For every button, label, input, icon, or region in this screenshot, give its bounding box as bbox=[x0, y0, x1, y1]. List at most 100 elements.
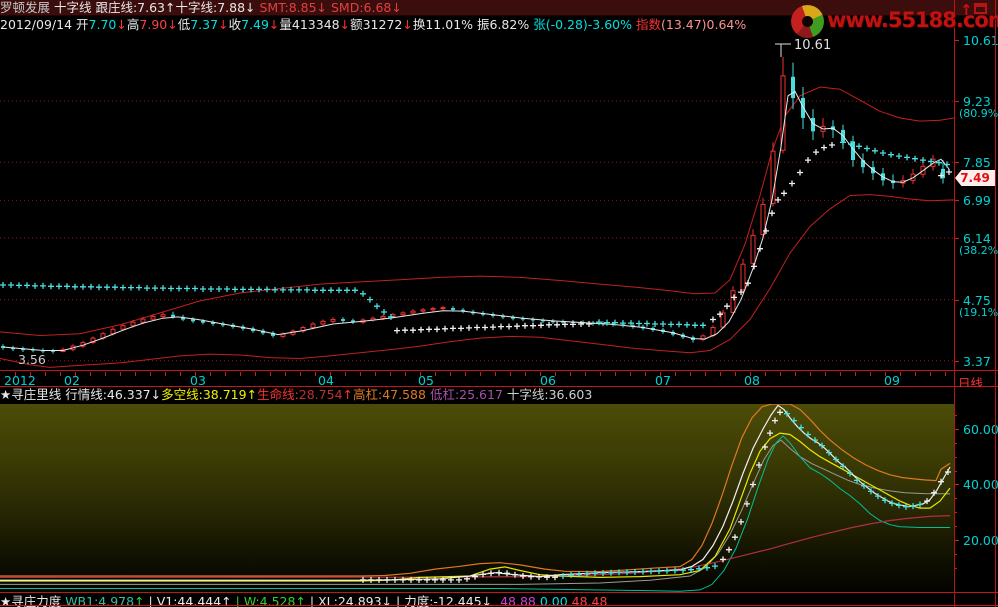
time-tick bbox=[735, 372, 736, 376]
text-segment: ↑ bbox=[343, 387, 353, 402]
time-tick bbox=[870, 372, 871, 376]
divider bbox=[0, 605, 998, 606]
time-axis-label: 08 bbox=[744, 373, 760, 388]
time-axis-label: 09 bbox=[884, 373, 900, 388]
text-segment: 十字线:36.603 bbox=[507, 387, 592, 402]
time-tick bbox=[510, 372, 511, 376]
text-segment: 换11.01% bbox=[413, 17, 477, 32]
text-segment: ↓ bbox=[402, 17, 412, 32]
time-tick bbox=[945, 372, 946, 376]
time-tick bbox=[375, 372, 376, 376]
time-tick bbox=[180, 372, 181, 376]
time-tick bbox=[465, 372, 466, 376]
fib-percent-label: (80.9%) bbox=[959, 107, 998, 120]
text-segment: (13.47)0.64% bbox=[661, 17, 746, 32]
time-axis-label: 03 bbox=[190, 373, 206, 388]
time-tick bbox=[615, 372, 616, 376]
main-price-chart[interactable]: 10.61 3.56 bbox=[0, 33, 955, 370]
time-axis-label: 04 bbox=[318, 373, 334, 388]
time-axis-label: 05 bbox=[418, 373, 434, 388]
time-tick bbox=[60, 372, 61, 376]
time-tick bbox=[675, 372, 676, 376]
text-segment: 低杠:25.617 bbox=[430, 387, 507, 402]
text-segment: 7.90 bbox=[139, 17, 167, 32]
text-segment: 十字线:7.88↓ bbox=[176, 0, 260, 15]
svg-text:10.61: 10.61 bbox=[794, 38, 831, 53]
corner-arrow-icon[interactable]: ↑ bbox=[960, 1, 973, 19]
text-segment: 收 bbox=[229, 17, 242, 32]
time-tick bbox=[345, 372, 346, 376]
time-tick bbox=[480, 372, 481, 376]
time-tick bbox=[150, 372, 151, 376]
time-tick bbox=[240, 372, 241, 376]
text-segment: ↓ bbox=[167, 17, 177, 32]
time-tick bbox=[780, 372, 781, 376]
time-tick bbox=[900, 372, 901, 376]
time-tick bbox=[315, 372, 316, 376]
text-segment: 额31272 bbox=[350, 17, 402, 32]
indicator1-axis: 60.0040.0020.00 bbox=[956, 404, 998, 592]
time-tick bbox=[270, 372, 271, 376]
time-tick bbox=[840, 372, 841, 376]
text-segment: 7.49 bbox=[241, 17, 269, 32]
text-segment: SMD:6.68↓ bbox=[331, 0, 402, 15]
text-segment: 张(-0.28)-3.60% bbox=[533, 17, 636, 32]
stock-app-window: 罗顿发展 十字线 跟庄线:7.63↑十字线:7.88↓ SMT:8.85↓ SM… bbox=[0, 0, 998, 607]
text-segment: 2012/09/14 bbox=[0, 17, 76, 32]
time-axis-label: 02 bbox=[64, 373, 80, 388]
price-axis-label: 10.61 bbox=[963, 33, 998, 48]
indicator1-header[interactable]: ★寻庄里线 行情线:46.337↓多空线:38.719↑生命线:28.754↑高… bbox=[0, 387, 998, 402]
text-segment: 十字线 bbox=[54, 0, 95, 15]
price-axis-label: 7.85 bbox=[963, 155, 991, 170]
brand-logo-icon[interactable] bbox=[791, 5, 824, 38]
time-tick bbox=[300, 372, 301, 376]
window-right-border bbox=[995, 0, 996, 607]
time-tick bbox=[645, 372, 646, 376]
time-tick bbox=[210, 372, 211, 376]
time-tick bbox=[855, 372, 856, 376]
text-segment: ↓ bbox=[218, 17, 228, 32]
indicator-axis-label: 40.00 bbox=[963, 477, 998, 492]
time-tick bbox=[105, 372, 106, 376]
price-axis-label: 3.37 bbox=[963, 354, 991, 369]
time-axis: 日线 20120203040506070809 bbox=[0, 370, 998, 387]
text-segment: 多空线:38.719↑ bbox=[161, 387, 257, 402]
time-tick bbox=[225, 372, 226, 376]
window-restore-icon[interactable] bbox=[974, 3, 987, 14]
time-tick bbox=[570, 372, 571, 376]
text-segment: ↓ bbox=[269, 17, 279, 32]
text-segment: 7.70 bbox=[89, 17, 117, 32]
time-tick bbox=[525, 372, 526, 376]
indicator-axis-label: 60.00 bbox=[963, 422, 998, 437]
fib-percent-label: (19.1%) bbox=[959, 306, 998, 319]
time-tick bbox=[585, 372, 586, 376]
text-segment: 7.37 bbox=[190, 17, 218, 32]
text-segment: 量413348 bbox=[279, 17, 339, 32]
text-segment: 低 bbox=[178, 17, 191, 32]
text-segment: 28.754 bbox=[299, 387, 343, 402]
time-tick bbox=[450, 372, 451, 376]
time-tick bbox=[720, 372, 721, 376]
time-tick bbox=[255, 372, 256, 376]
text-segment: 罗顿发展 bbox=[0, 0, 54, 15]
text-segment: 跟庄线:7.63↑ bbox=[95, 0, 175, 15]
current-price-tag: 7.49 bbox=[955, 170, 995, 186]
text-segment: ↓ bbox=[340, 17, 350, 32]
time-tick bbox=[165, 372, 166, 376]
time-tick bbox=[120, 372, 121, 376]
svg-text:3.56: 3.56 bbox=[18, 352, 46, 367]
candlestick-chart[interactable]: 10.61 3.56 bbox=[0, 33, 955, 370]
time-tick bbox=[405, 372, 406, 376]
time-tick bbox=[390, 372, 391, 376]
time-tick bbox=[495, 372, 496, 376]
text-segment: ↓ bbox=[116, 17, 126, 32]
time-tick bbox=[285, 372, 286, 376]
time-tick bbox=[765, 372, 766, 376]
time-tick bbox=[435, 372, 436, 376]
indicator1-panel[interactable] bbox=[0, 404, 955, 592]
axis-border bbox=[954, 0, 955, 607]
time-tick bbox=[795, 372, 796, 376]
fib-percent-label: (38.2%) bbox=[959, 244, 998, 257]
time-tick bbox=[135, 372, 136, 376]
indicator1-chart[interactable] bbox=[0, 404, 955, 592]
